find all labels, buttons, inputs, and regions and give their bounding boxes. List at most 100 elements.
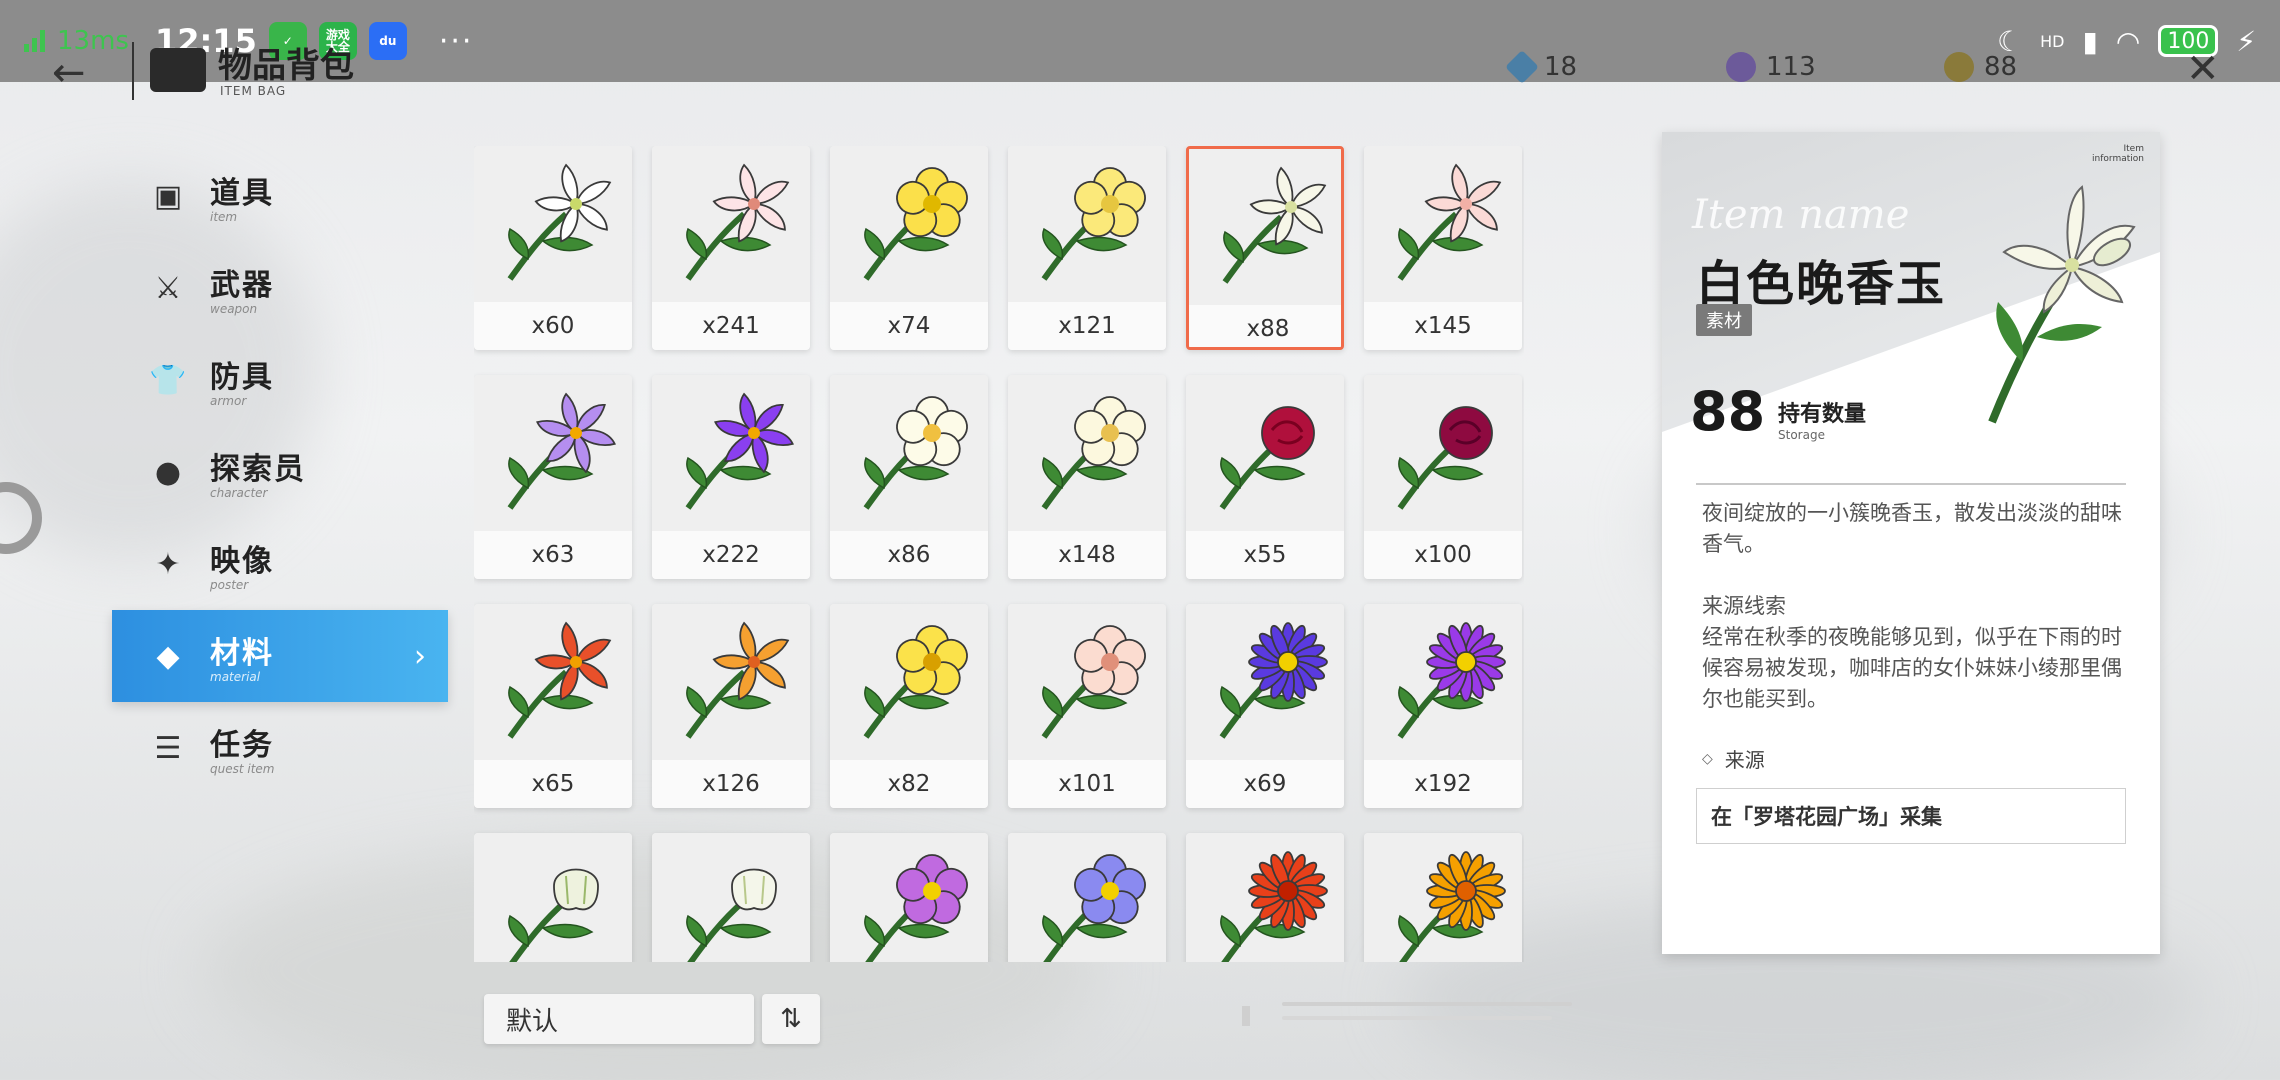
item-count: x121 bbox=[1008, 302, 1166, 350]
sort-select[interactable]: 默认 bbox=[484, 994, 754, 1044]
item-card[interactable]: x100 bbox=[1364, 375, 1522, 579]
more-notifications-icon: ··· bbox=[438, 23, 474, 59]
nav-item-label: 探索员 bbox=[210, 452, 306, 487]
rose-flower-icon bbox=[1186, 375, 1344, 531]
character-icon: ● bbox=[154, 454, 182, 490]
item-card[interactable] bbox=[1364, 833, 1522, 962]
item-card[interactable]: x241 bbox=[652, 146, 810, 350]
item-card[interactable]: x121 bbox=[1008, 146, 1166, 350]
signal-icon bbox=[24, 30, 45, 52]
nav-item-label: 任务 bbox=[210, 728, 274, 763]
nav-item-sublabel: item bbox=[210, 210, 238, 224]
item-count: x145 bbox=[1364, 302, 1522, 350]
cell-signal-icon: ▮ bbox=[2082, 24, 2098, 58]
nav-item-sublabel: character bbox=[210, 486, 268, 500]
nav-item-character[interactable]: ● 探索员 character bbox=[112, 426, 448, 518]
nav-item-sublabel: armor bbox=[210, 394, 247, 408]
item-card[interactable]: x69 bbox=[1186, 604, 1344, 808]
item-card[interactable]: x63 bbox=[474, 375, 632, 579]
nav-item-weapon[interactable]: ⚔ 武器 weapon bbox=[112, 242, 448, 334]
nav-item-sublabel: poster bbox=[210, 578, 249, 592]
item-card[interactable]: x60 bbox=[474, 146, 632, 350]
item-count: x60 bbox=[474, 302, 632, 350]
nav-item-sublabel: quest item bbox=[210, 762, 275, 776]
source-location[interactable]: 在「罗塔花园广场」采集 bbox=[1696, 788, 2126, 844]
star-flower-icon bbox=[474, 604, 632, 760]
item-card[interactable]: x101 bbox=[1008, 604, 1166, 808]
item-count: x74 bbox=[830, 302, 988, 350]
item-grid: x60 x241 x74 x121 x88 x145 x63 x222 x86 x148 x55 x1… bbox=[474, 146, 1524, 962]
poster-icon: ✦ bbox=[155, 546, 181, 582]
currency-orb[interactable]: 113 bbox=[1726, 52, 1816, 82]
item-name-script: Item name bbox=[1692, 192, 1910, 238]
nav-item-armor[interactable]: 👕 防具 armor bbox=[112, 334, 448, 426]
item-count: x241 bbox=[652, 302, 810, 350]
crocus-flower-icon bbox=[474, 375, 632, 531]
item-card[interactable]: x126 bbox=[652, 604, 810, 808]
item-count: x100 bbox=[1364, 531, 1522, 579]
item-count: x63 bbox=[474, 531, 632, 579]
storage-label: 持有数量 bbox=[1778, 402, 1867, 427]
item-category-tag: 素材 bbox=[1696, 304, 1752, 336]
marigold-flower-icon bbox=[1186, 833, 1344, 962]
selected-item-image bbox=[1988, 185, 2136, 424]
primrose-flower-icon bbox=[830, 375, 988, 531]
item-card[interactable]: x86 bbox=[830, 375, 988, 579]
nav-item-quest-item[interactable]: ☰ 任务 quest item bbox=[112, 702, 448, 794]
quest-icon: ☰ bbox=[154, 730, 182, 766]
item-card[interactable]: x82 bbox=[830, 604, 988, 808]
item-card[interactable] bbox=[1186, 833, 1344, 962]
nav-item-texts: 武器 weapon bbox=[210, 260, 274, 316]
source-hint-title: 来源线索 bbox=[1702, 594, 1786, 618]
item-count: x222 bbox=[652, 531, 810, 579]
item-card[interactable] bbox=[474, 833, 632, 962]
currency-coin[interactable]: 88 bbox=[1944, 52, 2017, 82]
primrose-flower-icon bbox=[1008, 604, 1166, 760]
iris-flower-icon bbox=[830, 833, 988, 962]
item-card[interactable] bbox=[1008, 833, 1166, 962]
sort-order-button[interactable]: ⇅ bbox=[762, 994, 820, 1044]
rose-flower-icon bbox=[1364, 375, 1522, 531]
item-card[interactable]: x88 bbox=[1186, 146, 1344, 350]
item-card[interactable]: x192 bbox=[1364, 604, 1522, 808]
marigold-flower-icon bbox=[1364, 833, 1522, 962]
item-card[interactable]: x74 bbox=[830, 146, 988, 350]
coin-count: 88 bbox=[1984, 52, 2018, 82]
item-card[interactable]: x148 bbox=[1008, 375, 1166, 579]
item-card[interactable]: x55 bbox=[1186, 375, 1344, 579]
currency-crystal[interactable]: 18 bbox=[1505, 50, 1577, 84]
item-description: 夜间绽放的一小簇晚香玉，散发出淡淡的甜味香气。 bbox=[1702, 501, 2122, 556]
item-count: x55 bbox=[1186, 531, 1344, 579]
item-card[interactable] bbox=[652, 833, 810, 962]
diamond-icon: ◇ bbox=[1702, 750, 1713, 767]
item-count: x86 bbox=[830, 531, 988, 579]
source-heading-label: 来源 bbox=[1724, 748, 1765, 772]
faint-line bbox=[1282, 1016, 1552, 1020]
bell-flower-icon bbox=[474, 833, 632, 962]
item-card[interactable]: x145 bbox=[1364, 146, 1522, 350]
box-icon: ▣ bbox=[153, 178, 183, 214]
nav-item-texts: 映像 poster bbox=[210, 536, 274, 592]
nav-item-texts: 探索员 character bbox=[210, 444, 306, 500]
nav-item-sublabel: weapon bbox=[210, 302, 258, 316]
trumpet-flower-icon bbox=[830, 146, 988, 302]
nav-item-material[interactable]: ◆ 材料 material › bbox=[112, 610, 448, 702]
aster-flower-icon bbox=[1364, 604, 1522, 760]
nav-item-label: 武器 bbox=[210, 268, 274, 303]
nav-item-label: 映像 bbox=[210, 544, 274, 579]
item-count: x65 bbox=[474, 760, 632, 808]
nav-item-poster[interactable]: ✦ 映像 poster bbox=[112, 518, 448, 610]
storage-sublabel: Storage bbox=[1778, 428, 1825, 442]
item-card[interactable]: x222 bbox=[652, 375, 810, 579]
close-button[interactable]: ✕ bbox=[2186, 46, 2220, 92]
nav-item-item[interactable]: ▣ 道具 item bbox=[112, 150, 448, 242]
page-title: 物品背包 bbox=[218, 46, 354, 86]
source-hint-text: 经常在秋季的夜晚能够见到，似乎在下雨的时候容易被发现，咖啡店的女仆妹妹小绫那里偶… bbox=[1702, 625, 2122, 711]
crocus-flower-icon bbox=[652, 375, 810, 531]
item-count: x101 bbox=[1008, 760, 1166, 808]
info-badge: Item information bbox=[2092, 144, 2144, 164]
back-button[interactable]: ← bbox=[52, 50, 86, 96]
item-card[interactable]: x65 bbox=[474, 604, 632, 808]
item-card[interactable] bbox=[830, 833, 988, 962]
orb-count: 113 bbox=[1766, 52, 1816, 82]
